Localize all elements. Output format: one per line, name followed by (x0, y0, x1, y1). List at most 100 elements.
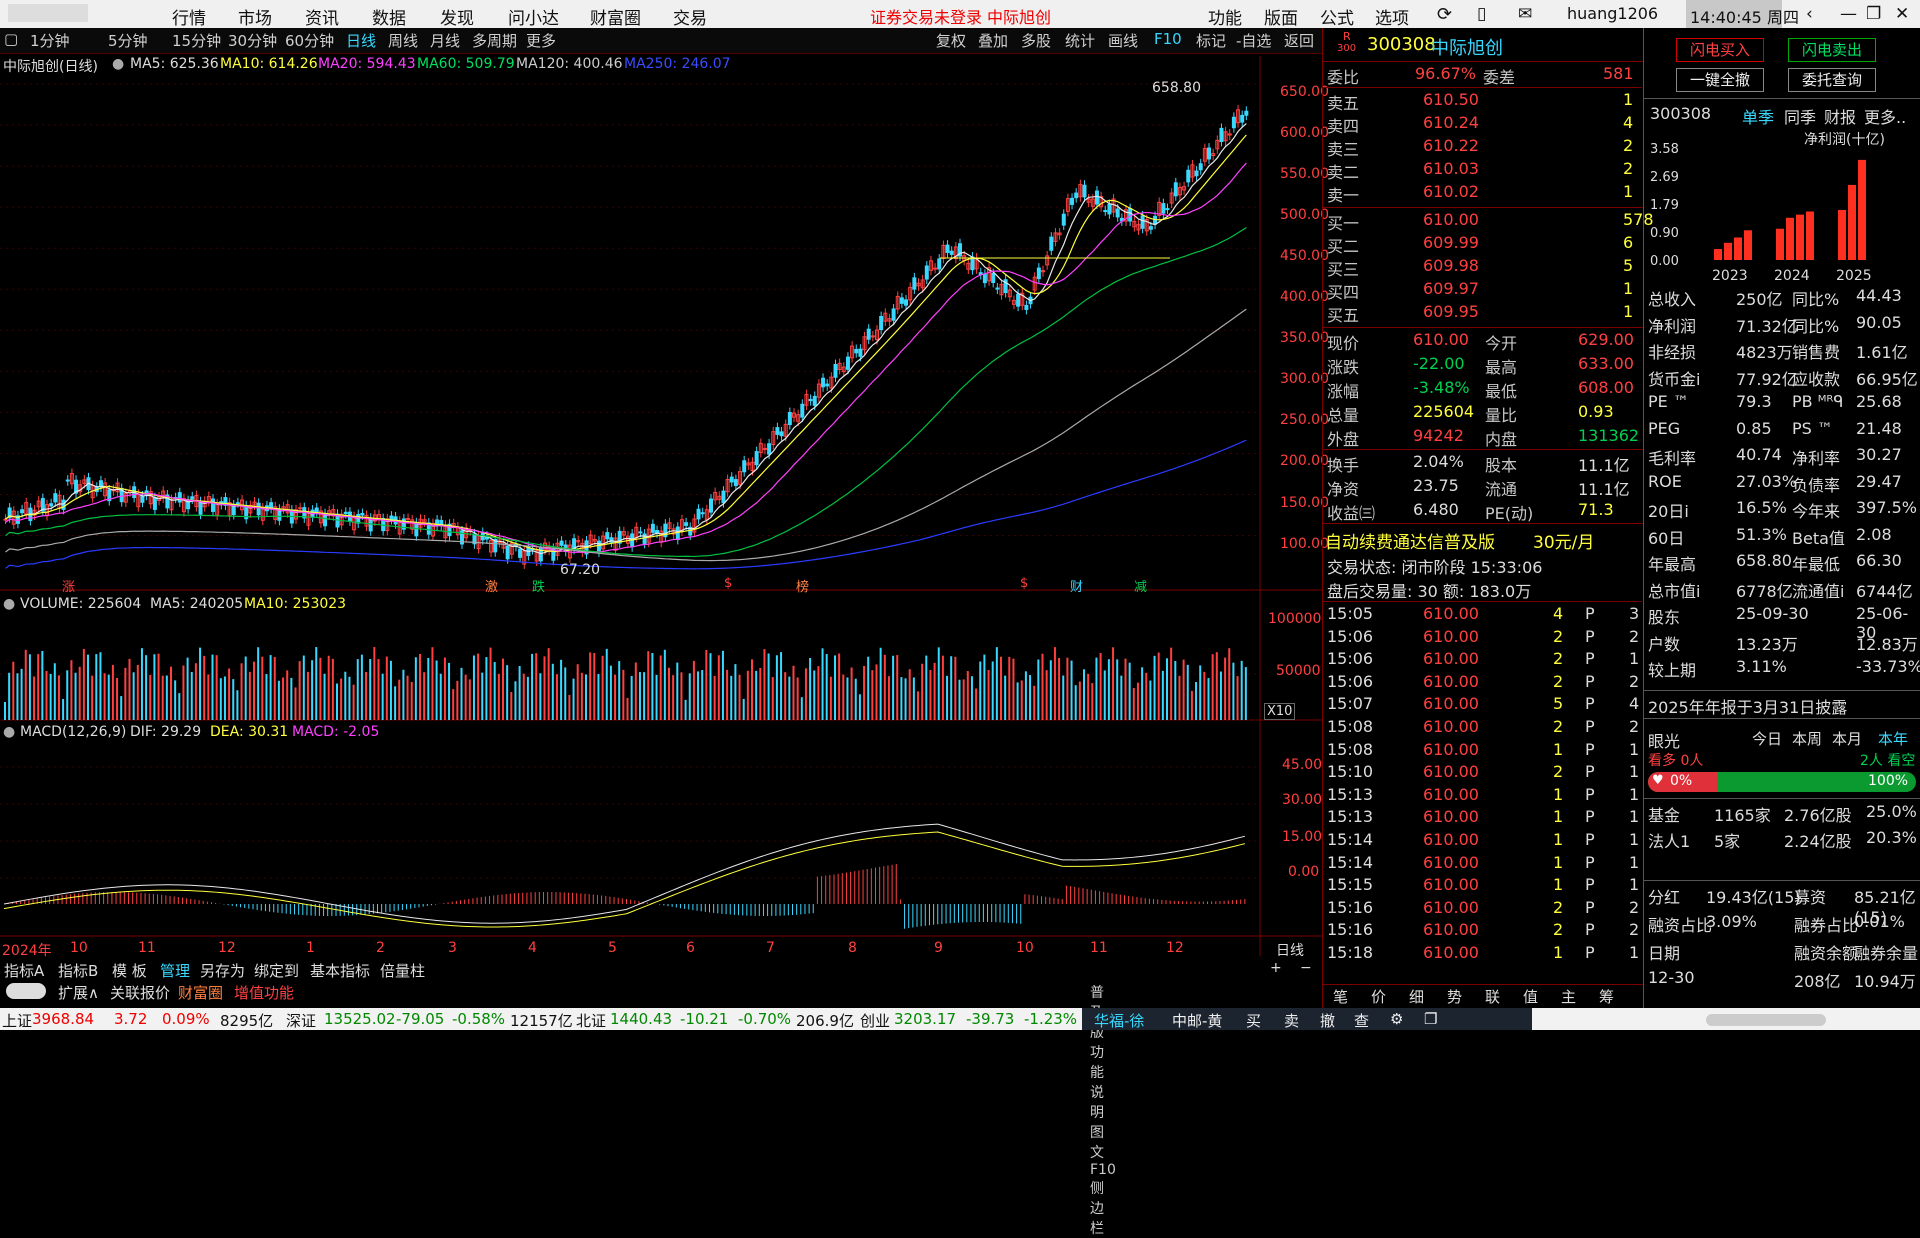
tab-extend[interactable]: 扩展∧ (58, 982, 99, 1003)
promo-text[interactable]: 自动续费通达信普及版 (1325, 528, 1495, 553)
menu-wenxiaoda[interactable]: 问小达 (508, 4, 559, 29)
tool-biaoji[interactable]: 标记 (1196, 30, 1226, 56)
buy-shortcut[interactable]: 买 (1246, 1010, 1261, 1031)
tool-fuquan[interactable]: 复权 (936, 30, 966, 56)
tab-manage[interactable]: 管理 (160, 960, 190, 981)
menu-caifuquan[interactable]: 财富圈 (590, 4, 641, 29)
cy-label[interactable]: 创业 (860, 1010, 890, 1031)
order-book-row[interactable]: 买三 609.98 5 (1323, 256, 1643, 280)
tab-basic-indicator[interactable]: 基本指标 (310, 960, 370, 981)
account-tab-1[interactable]: 华福-徐 (1094, 1010, 1144, 1031)
tool-huaxian[interactable]: 画线 (1108, 30, 1138, 56)
quote-tab[interactable]: 主 (1561, 986, 1576, 1007)
order-book-row[interactable]: 卖二 610.03 2 (1323, 159, 1643, 183)
event-mark[interactable]: 激 (485, 576, 498, 595)
scroll-bar[interactable] (1706, 1014, 1826, 1026)
time-axis-mode[interactable]: 日线 (1276, 940, 1304, 960)
period-multi[interactable]: 多周期 (472, 30, 517, 56)
tab-same-quarter[interactable]: 同季 (1784, 104, 1816, 128)
period-60min[interactable]: 60分钟 (285, 30, 334, 56)
tab-more[interactable]: 更多.. (1864, 104, 1906, 128)
volume-settings-icon[interactable]: ● (3, 596, 15, 612)
vision-tab-year[interactable]: 本年 (1878, 728, 1908, 749)
quote-tab[interactable]: 笔 (1333, 986, 1348, 1007)
layout-icon[interactable]: ▢ (4, 30, 18, 56)
order-book-row[interactable]: 买二 609.99 6 (1323, 233, 1643, 257)
sell-shortcut[interactable]: 卖 (1284, 1010, 1299, 1031)
account-tab-2[interactable]: 中邮-黄 (1172, 1010, 1222, 1031)
promo-row[interactable]: 自动续费通达信普及版 30元/月 (1323, 528, 1642, 553)
period-more[interactable]: 更多 (526, 30, 556, 56)
menu-gongneng[interactable]: 功能 (1208, 4, 1242, 29)
event-mark[interactable]: $ (724, 576, 732, 591)
macd-settings-icon[interactable]: ● (3, 724, 15, 740)
cancel-all-button[interactable]: 一键全撤 (1676, 68, 1764, 92)
period-30min[interactable]: 30分钟 (228, 30, 277, 56)
sz-label[interactable]: 深证 (286, 1010, 316, 1031)
period-daily[interactable]: 日线 (346, 30, 376, 56)
tab-value-added[interactable]: 增值功能 (234, 982, 294, 1003)
menu-jiaoyi[interactable]: 交易 (673, 4, 707, 29)
quote-tab[interactable]: 联 (1485, 986, 1500, 1007)
menu-shuju[interactable]: 数据 (372, 4, 406, 29)
cancel-shortcut[interactable]: 撤 (1320, 1010, 1335, 1031)
quote-tab[interactable]: 势 (1447, 986, 1462, 1007)
trade-login-notice[interactable]: 证券交易未登录 (870, 4, 982, 28)
event-mark[interactable]: 涨 (62, 576, 75, 595)
order-book-row[interactable]: 买四 609.97 1 (1323, 279, 1643, 303)
phone-icon[interactable]: ▯ (1477, 4, 1486, 24)
query-shortcut[interactable]: 查 (1354, 1010, 1369, 1031)
event-mark[interactable]: 榜 (796, 576, 809, 595)
tool-diejia[interactable]: 叠加 (978, 30, 1008, 56)
tab-report[interactable]: 财报 (1824, 104, 1856, 128)
menu-zixun[interactable]: 资讯 (305, 4, 339, 29)
quote-tab[interactable]: 值 (1523, 986, 1538, 1007)
toggle-switch[interactable] (6, 983, 46, 999)
vision-tab-today[interactable]: 今日 (1752, 728, 1782, 749)
quote-tab[interactable]: 价 (1371, 986, 1386, 1007)
vision-tab-month[interactable]: 本月 (1832, 728, 1862, 749)
menu-hangqing[interactable]: 行情 (172, 4, 206, 29)
tick-list[interactable]: 15:05 610.00 4 P 3 15:06 610.00 2 P 2 15:06 610.00 2… (1323, 604, 1643, 984)
quote-tab[interactable]: 细 (1409, 986, 1424, 1007)
order-book-row[interactable]: 买一 610.00 578 (1323, 210, 1654, 234)
minimize-icon[interactable]: — (1840, 4, 1857, 24)
period-weekly[interactable]: 周线 (388, 30, 418, 56)
event-mark[interactable]: 减 (1134, 576, 1147, 595)
refresh-icon[interactable]: ⟳ (1437, 4, 1452, 25)
zoom-out-icon[interactable]: − (1300, 960, 1312, 976)
quote-tab[interactable]: 筹 (1599, 986, 1614, 1007)
order-book-row[interactable]: 买五 609.95 1 (1323, 302, 1643, 326)
gear-icon[interactable]: ⚙ (1390, 1010, 1403, 1028)
zoom-in-icon[interactable]: + (1270, 960, 1282, 976)
menu-faxian[interactable]: 发现 (440, 4, 474, 29)
period-15min[interactable]: 15分钟 (172, 30, 221, 56)
tab-indicator-b[interactable]: 指标B (58, 960, 98, 981)
period-5min[interactable]: 5分钟 (108, 30, 148, 56)
flash-sell-button[interactable]: 闪电卖出 (1788, 38, 1876, 62)
menu-xuanxiang[interactable]: 选项 (1375, 4, 1409, 29)
order-book-row[interactable]: 卖四 610.24 4 (1323, 113, 1643, 137)
window-icon[interactable]: ❐ (1424, 1010, 1437, 1028)
promo-price[interactable]: 30元/月 (1533, 528, 1594, 553)
tab-bind-to[interactable]: 绑定到 (254, 960, 299, 981)
flash-buy-button[interactable]: 闪电买入 (1676, 38, 1764, 62)
order-query-button[interactable]: 委托查询 (1788, 68, 1876, 92)
mail-icon[interactable]: ✉ (1518, 4, 1532, 24)
event-mark[interactable]: 财 (1070, 576, 1083, 595)
period-monthly[interactable]: 月线 (430, 30, 460, 56)
order-book-row[interactable]: 卖五 610.50 1 (1323, 90, 1643, 114)
tool-tongji[interactable]: 统计 (1065, 30, 1095, 56)
tool-duogu[interactable]: 多股 (1021, 30, 1051, 56)
event-mark[interactable]: 跌 (532, 576, 545, 595)
menu-shichang[interactable]: 市场 (238, 4, 272, 29)
menu-gongshi[interactable]: 公式 (1320, 4, 1354, 29)
tab-double-volume[interactable]: 倍量柱 (380, 960, 425, 981)
tab-indicator-a[interactable]: 指标A (4, 960, 44, 981)
username[interactable]: huang1206 (1567, 4, 1658, 23)
back-icon[interactable]: ‹ (1806, 4, 1813, 24)
sh-label[interactable]: 上证 (2, 1010, 32, 1031)
kline-chart-area[interactable] (0, 56, 1322, 956)
order-book-row[interactable]: 卖三 610.22 2 (1323, 136, 1643, 160)
tool-f10[interactable]: F10 (1154, 30, 1182, 56)
